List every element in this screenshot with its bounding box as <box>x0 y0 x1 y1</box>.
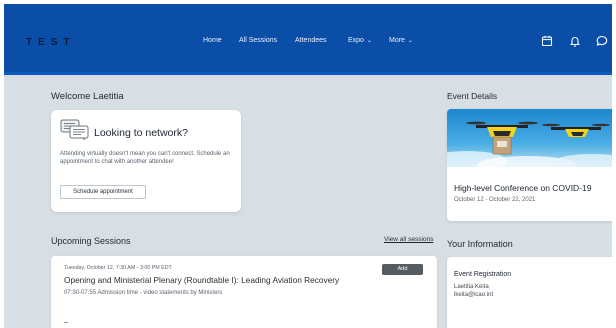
view-all-sessions-link[interactable]: View all sessions <box>384 236 433 243</box>
session-subtitle: 07:30-07:55 Admission time - video state… <box>64 290 223 296</box>
registration-info-card: Event Registration Laetitia Keita lkeita… <box>447 257 612 328</box>
session-card[interactable]: Tuesday, October 12, 7:30 AM - 3:00 PM E… <box>51 256 437 328</box>
chat-bubbles-icon <box>60 119 90 141</box>
network-card-title: Looking to network? <box>94 127 188 139</box>
app-frame: TEST Home All Sessions Attendees Expo ⌄ … <box>4 4 612 328</box>
list-divider <box>64 322 68 323</box>
nav-more-label: More <box>389 37 405 44</box>
bell-icon[interactable] <box>568 34 582 48</box>
nav-all-sessions[interactable]: All Sessions <box>239 37 277 44</box>
nav-all-sessions-label: All Sessions <box>239 37 278 44</box>
event-name: High-level Conference on COVID-19 <box>454 183 592 193</box>
chevron-down-icon: ⌄ <box>407 38 413 44</box>
nav-expo-label: Expo <box>348 37 364 44</box>
attendee-name: Laetitia Keita <box>454 284 489 290</box>
attendee-email: lkeita@icao.int <box>454 292 494 298</box>
event-dates: October 12 - October 22, 2021 <box>454 197 536 203</box>
event-card[interactable]: High-level Conference on COVID-19 Octobe… <box>447 109 612 221</box>
session-title[interactable]: Opening and Ministerial Plenary (Roundta… <box>64 275 339 285</box>
welcome-heading: Welcome Laetitia <box>51 91 124 102</box>
network-card: Looking to network? Attending virtually … <box>51 110 241 212</box>
event-banner-image <box>447 109 612 174</box>
schedule-appointment-button[interactable]: Schedule appointment <box>60 185 146 199</box>
top-navigation-bar: TEST Home All Sessions Attendees Expo ⌄ … <box>4 4 612 75</box>
network-card-description: Attending virtually doesn't mean you can… <box>60 151 230 165</box>
registration-heading: Event Registration <box>454 271 512 278</box>
add-session-button[interactable]: Add <box>382 264 423 275</box>
nav-home[interactable]: Home <box>203 37 222 44</box>
calendar-icon[interactable] <box>540 34 554 48</box>
chat-icon[interactable] <box>595 34 609 48</box>
nav-attendees-label: Attendees <box>295 37 327 44</box>
your-information-heading: Your Information <box>447 239 513 249</box>
nav-attendees[interactable]: Attendees <box>295 37 327 44</box>
brand-logo[interactable]: TEST <box>26 37 76 48</box>
nav-home-label: Home <box>203 37 222 44</box>
nav-more[interactable]: More ⌄ <box>389 37 413 44</box>
nav-expo[interactable]: Expo ⌄ <box>348 37 372 44</box>
chevron-down-icon: ⌄ <box>366 38 372 44</box>
session-time: Tuesday, October 12, 7:30 AM - 3:00 PM E… <box>64 265 172 271</box>
upcoming-sessions-heading: Upcoming Sessions <box>51 236 131 246</box>
event-details-heading: Event Details <box>447 91 498 101</box>
